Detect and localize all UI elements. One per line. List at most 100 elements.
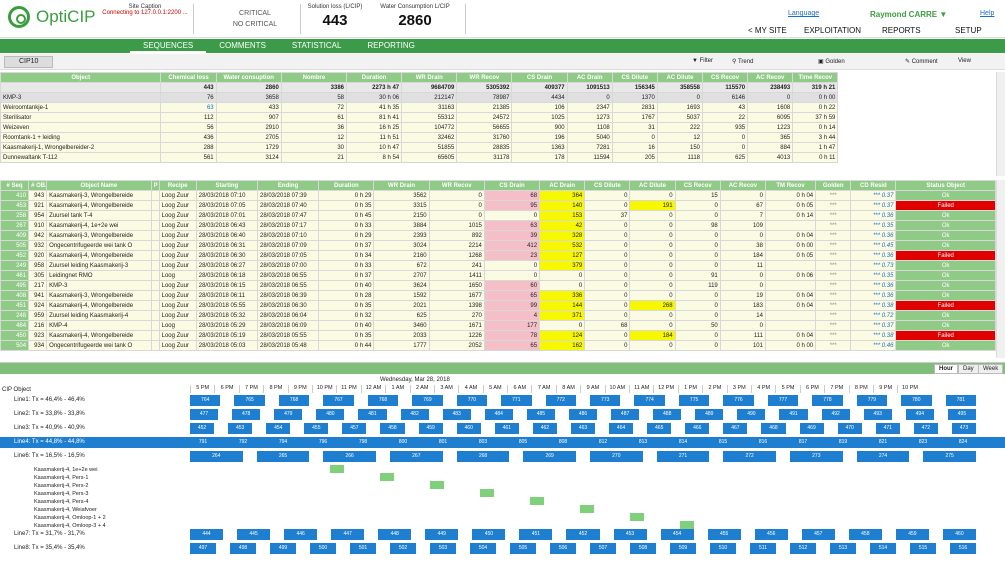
gantt-segment[interactable]: 507: [590, 543, 616, 554]
tab-comments[interactable]: COMMENTS: [206, 39, 279, 53]
gantt-segment[interactable]: 468: [761, 423, 786, 434]
gantt-segment[interactable]: 792: [230, 437, 256, 448]
gantt-segment[interactable]: 452: [190, 423, 215, 434]
language-link[interactable]: Language: [788, 10, 819, 17]
gantt-segment[interactable]: 268: [456, 451, 510, 462]
gantt-segment[interactable]: 510: [710, 543, 736, 554]
trend-button[interactable]: ⚲ Trend: [732, 58, 753, 65]
gantt-segment[interactable]: 497: [190, 543, 216, 554]
gantt-subline[interactable]: Kaasmakerij-4, Pers-1: [0, 473, 1005, 481]
detail-header-0[interactable]: # Seq: [0, 180, 30, 191]
detail-header-1[interactable]: # OB...: [28, 180, 48, 191]
gantt-segment[interactable]: 817: [790, 437, 816, 448]
gantt-segment[interactable]: 816: [750, 437, 776, 448]
gantt-segment[interactable]: 492: [821, 409, 850, 420]
table-row[interactable]: 267 910 Kaasmakerij-4, 1e+2e wei Loog Zuur 2…: [0, 220, 996, 231]
gantt-segment[interactable]: 498: [230, 543, 256, 554]
setup-link[interactable]: SETUP: [955, 26, 982, 35]
gantt-segment[interactable]: 513: [830, 543, 856, 554]
gantt-segment[interactable]: 467: [723, 423, 748, 434]
gantt-segment[interactable]: 463: [570, 423, 596, 434]
summary-header-12[interactable]: AC Recov: [747, 72, 794, 83]
summary-header-3[interactable]: Nombre: [280, 72, 348, 83]
gantt-segment[interactable]: 494: [905, 409, 934, 420]
summary-header-11[interactable]: CS Recov: [701, 72, 749, 83]
gantt-segment[interactable]: 459: [895, 529, 929, 540]
summary-header-8[interactable]: AC Drain: [566, 72, 613, 83]
gantt-segment[interactable]: 465: [647, 423, 672, 434]
gantt-segment[interactable]: 272: [723, 451, 776, 462]
gantt-segment[interactable]: 485: [526, 409, 555, 420]
gantt-segment[interactable]: 511: [750, 543, 776, 554]
detail-header-13[interactable]: AC Dilute: [629, 180, 676, 191]
table-row[interactable]: 258 954 Zuursel tank T-4 Loog Zuur 28/03/201…: [0, 210, 996, 221]
table-row[interactable]: 504 934 Ongecentrifugeerde wei tank O Loog …: [0, 340, 996, 351]
gantt-segment[interactable]: 772: [545, 395, 576, 406]
detail-header-17[interactable]: Golden: [815, 180, 852, 191]
summary-row[interactable]: Weizeven 56 2910 36 16 h 25 104772 56655 900 110…: [0, 122, 996, 133]
gantt-segment[interactable]: 270: [590, 451, 643, 462]
gantt-segment[interactable]: 444: [190, 529, 224, 540]
gantt-segment[interactable]: 267: [390, 451, 443, 462]
gantt-segment[interactable]: 458: [380, 423, 405, 434]
gantt-segment[interactable]: 269: [523, 451, 576, 462]
summary-row[interactable]: Weiroomtankje-1 63 433 72 41 h 35 31163 21385 1…: [0, 102, 996, 113]
table-row[interactable]: 484 216 KMP-4 Loog 28/03/2018 05:29 28/03/201…: [0, 320, 996, 331]
gantt-segment[interactable]: 271: [656, 451, 710, 462]
gantt-segment[interactable]: 265: [256, 451, 310, 462]
gantt-segment[interactable]: 774: [634, 395, 665, 406]
summary-header-13[interactable]: Time Recov: [792, 72, 839, 83]
gantt-segment[interactable]: 812: [590, 437, 616, 448]
table-row[interactable]: 450 923 Kaasmakerij-4, Wrongelbereide Loog …: [0, 330, 996, 341]
table-row[interactable]: 505 932 Ongecentrifugeerde wei tank O Loog …: [0, 240, 996, 251]
gantt-segment[interactable]: 781: [945, 395, 976, 406]
gantt-segment[interactable]: 819: [830, 437, 856, 448]
gantt-segment[interactable]: 462: [532, 423, 557, 434]
detail-header-11[interactable]: AC Drain: [539, 180, 586, 191]
summary-header-5[interactable]: WR Drain: [401, 72, 458, 83]
gantt-segment[interactable]: 794: [270, 437, 296, 448]
gantt-segment[interactable]: 801: [430, 437, 456, 448]
gantt-segment[interactable]: 482: [400, 409, 429, 420]
table-row[interactable]: 249 958 Zuursel leiding Kaasmakerij-3 Loog …: [0, 260, 996, 271]
golden-button[interactable]: ▣ Golden: [818, 58, 845, 65]
detail-header-14[interactable]: CS Recov: [674, 180, 721, 191]
gantt-segment[interactable]: 478: [232, 409, 261, 420]
gantt-segment[interactable]: 481: [358, 409, 387, 420]
gantt-segment[interactable]: 821: [870, 437, 896, 448]
gantt-segment[interactable]: 502: [390, 543, 416, 554]
gantt-subline[interactable]: Kaasmakerij-4, Pers-4: [0, 497, 1005, 505]
table-row[interactable]: 409 942 Kaasmakerij-3, Wrongelbereide Loog …: [0, 230, 996, 241]
gantt-segment[interactable]: 445: [237, 529, 271, 540]
gantt-segment[interactable]: 814: [670, 437, 696, 448]
gantt-segment[interactable]: 824: [950, 437, 976, 448]
summary-row[interactable]: Dunnewaltank T-112 561 3124 21 8 h 54 65605 31…: [0, 152, 996, 163]
summary-header-2[interactable]: Water consuption: [215, 72, 282, 83]
gantt-segment[interactable]: 501: [350, 543, 376, 554]
gantt-line[interactable]: Line6: Tx = 16,5% - 16,5% 264 265 266 267 268…: [0, 451, 1005, 462]
gantt-segment[interactable]: 773: [590, 395, 621, 406]
gantt-segment[interactable]: 453: [613, 529, 647, 540]
tab-reporting[interactable]: REPORTING: [354, 39, 427, 53]
gantt-segment[interactable]: 479: [274, 409, 303, 420]
gantt-subline[interactable]: Kaasmakerij-4, Weiafvoer: [0, 505, 1005, 513]
tab-week[interactable]: Week: [978, 364, 1004, 374]
gantt-line[interactable]: Line8: Tx = 35,4% - 35,4% 497 498 499 500 501…: [0, 543, 1005, 554]
gantt-segment[interactable]: 489: [695, 409, 724, 420]
comment-button[interactable]: ✎ Comment: [905, 58, 938, 65]
detail-header-8[interactable]: WR Drain: [373, 180, 430, 191]
gantt-segment[interactable]: 455: [304, 423, 329, 434]
gantt-segment[interactable]: 800: [390, 437, 416, 448]
table-row[interactable]: 408 941 Kaasmakerij-3, Wrongelbereide Loog …: [0, 290, 996, 301]
gantt-segment[interactable]: 503: [430, 543, 456, 554]
gantt-line[interactable]: Line2: Tx = 33,8% - 33,8% 477 478 479 480 481…: [0, 409, 1005, 420]
filter-button[interactable]: ▼ Filter: [692, 58, 713, 64]
table-row[interactable]: 410 943 Kaasmakerij-3, Wrongelbereide Loog …: [0, 190, 996, 201]
gantt-segment[interactable]: 460: [456, 423, 481, 434]
gantt-segment[interactable]: 813: [630, 437, 656, 448]
table-row[interactable]: 461 305 Leidingnet RMO Loog 28/03/2018 06:18…: [0, 270, 996, 281]
gantt-segment[interactable]: 765: [234, 395, 265, 406]
gantt-segment[interactable]: 466: [685, 423, 710, 434]
cip-selector[interactable]: CIP10: [4, 56, 54, 68]
gantt-segment[interactable]: 266: [323, 451, 376, 462]
